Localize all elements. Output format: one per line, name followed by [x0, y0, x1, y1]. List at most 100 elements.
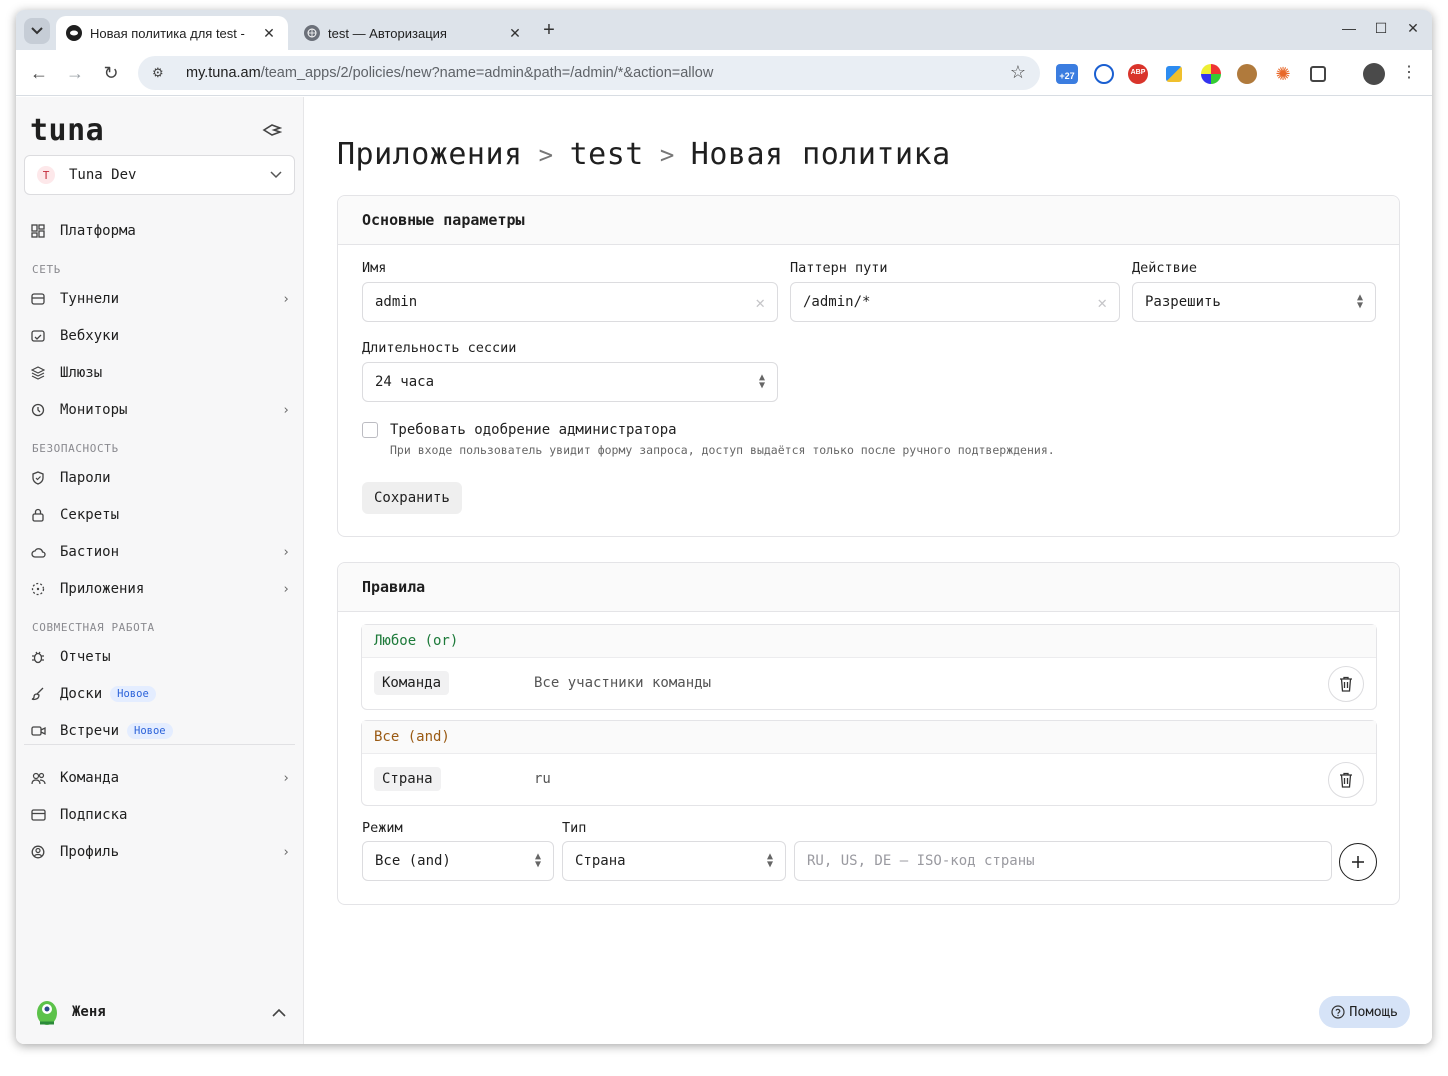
user-menu[interactable]: Женя: [34, 993, 286, 1031]
sidebar-item-gateways[interactable]: Шлюзы: [30, 358, 290, 388]
minimize-icon[interactable]: —: [1340, 20, 1358, 37]
approval-label[interactable]: Требовать одобрение администратора: [390, 422, 677, 438]
close-window-icon[interactable]: ✕: [1404, 20, 1422, 37]
card-title: Правила: [338, 563, 1399, 612]
cookie-icon[interactable]: [1237, 64, 1257, 84]
video-icon: [30, 723, 46, 739]
close-tab-icon[interactable]: ✕: [506, 25, 524, 42]
select-updown-icon: ▲ ▼: [766, 851, 773, 870]
maximize-icon[interactable]: ☐: [1372, 20, 1390, 37]
new-tab-button[interactable]: +: [536, 20, 562, 42]
new-badge: Новое: [127, 723, 173, 739]
rule-group-and: Все (and) Страна ru: [361, 720, 1377, 806]
weather-extension-icon[interactable]: +27: [1056, 64, 1078, 84]
logo[interactable]: tuna: [30, 113, 104, 148]
sidebar-item-tunnels[interactable]: Туннели ›: [30, 284, 290, 314]
user-name: Женя: [72, 1004, 106, 1020]
back-icon[interactable]: ←: [28, 62, 50, 84]
team-avatar: T: [37, 166, 55, 184]
sidebar-item-passwords[interactable]: Пароли: [30, 463, 290, 493]
help-button[interactable]: Помощь: [1319, 996, 1410, 1028]
tab-title: Новая политика для test -: [90, 25, 245, 41]
select-updown-icon: ▲ ▼: [758, 372, 765, 391]
bookmark-star-icon[interactable]: ☆: [1010, 62, 1026, 83]
sidebar-item-webhooks[interactable]: Вебхуки: [30, 321, 290, 351]
plus-icon: [1352, 856, 1364, 868]
sidebar-item-team[interactable]: Команда ›: [30, 763, 290, 793]
sidebar-item-meetings[interactable]: Встречи Новое: [30, 716, 290, 746]
sidebar-item-secrets[interactable]: Секреты: [30, 500, 290, 530]
adblock-icon[interactable]: ABP: [1128, 64, 1148, 84]
approval-checkbox[interactable]: [362, 422, 378, 438]
card-title: Основные параметры: [338, 196, 1399, 245]
tunnel-icon: [30, 291, 46, 307]
sidebar-item-apps[interactable]: Приложения ›: [30, 574, 290, 604]
tab-inactive[interactable]: test — Авторизация ✕: [294, 16, 534, 50]
save-button[interactable]: Сохранить: [362, 482, 462, 514]
sidebar-item-profile[interactable]: Профиль ›: [30, 837, 290, 867]
site-settings-icon[interactable]: ⚙: [152, 65, 170, 81]
address-bar[interactable]: ⚙ my.tuna.am/team_apps/2/policies/new?na…: [138, 56, 1040, 90]
sparkle-icon[interactable]: ✺: [1273, 64, 1293, 84]
clear-icon[interactable]: ✕: [1097, 293, 1107, 312]
history-icon: [30, 402, 46, 418]
sidebar-item-bastion[interactable]: Бастион ›: [30, 537, 290, 567]
chevron-up-icon: [272, 1008, 286, 1017]
users-icon: [30, 770, 46, 786]
forward-icon[interactable]: →: [64, 62, 86, 84]
team-selector[interactable]: T Tuna Dev: [24, 155, 295, 195]
breadcrumb-app-test[interactable]: test: [570, 137, 644, 172]
type-label: Тип: [562, 820, 587, 836]
extension-icon[interactable]: [1166, 66, 1182, 82]
credit-card-icon: [30, 807, 46, 823]
tab-active[interactable]: Новая политика для test - ✕: [56, 16, 288, 50]
path-label: Паттерн пути: [790, 260, 888, 276]
browser-toolbar: ← → ↻ ⚙ my.tuna.am/team_apps/2/policies/…: [16, 50, 1432, 96]
add-rule-button[interactable]: [1339, 843, 1377, 881]
clear-icon[interactable]: ✕: [755, 293, 765, 312]
chevron-right-icon: ›: [282, 844, 290, 860]
color-picker-icon[interactable]: [1201, 64, 1221, 84]
basic-params-card: Основные параметры Имя admin ✕ Паттерн п…: [337, 195, 1400, 537]
sidebar-item-subscription[interactable]: Подписка: [30, 800, 290, 830]
tab-title: test — Авторизация: [328, 25, 447, 41]
select-updown-icon: ▲ ▼: [1356, 292, 1363, 311]
trash-icon: [1340, 676, 1352, 692]
close-tab-icon[interactable]: ✕: [260, 25, 278, 42]
tab-search-button[interactable]: [24, 18, 50, 44]
sidebar-collapse-icon[interactable]: [262, 123, 282, 137]
country-code-input[interactable]: RU, US, DE — ISO-код страны: [794, 841, 1332, 881]
sidebar-item-monitors[interactable]: Мониторы ›: [30, 395, 290, 425]
profile-avatar-icon[interactable]: [1363, 63, 1385, 85]
sidebar-item-boards[interactable]: Доски Новое: [30, 679, 290, 709]
browser-menu-icon[interactable]: ⋮: [1398, 62, 1420, 84]
session-label: Длительность сессии: [362, 340, 517, 356]
reload-icon[interactable]: ↻: [100, 62, 122, 84]
path-pattern-input[interactable]: /admin/* ✕: [790, 282, 1120, 322]
mode-select[interactable]: Все (and) ▲ ▼: [362, 841, 554, 881]
brush-icon: [30, 686, 46, 702]
session-duration-select[interactable]: 24 часа ▲ ▼: [362, 362, 778, 402]
chevron-right-icon: >: [659, 140, 675, 169]
breadcrumb-apps[interactable]: Приложения: [337, 137, 523, 172]
layers-icon: [30, 365, 46, 381]
extension-badge: +27: [1059, 71, 1075, 81]
main-content: Приложения > test > Новая политика Основ…: [305, 97, 1432, 1044]
sidebar-item-reports[interactable]: Отчеты: [30, 642, 290, 672]
cloud-icon: [30, 544, 46, 560]
type-select[interactable]: Страна ▲ ▼: [562, 841, 786, 881]
delete-rule-button[interactable]: [1328, 762, 1364, 798]
dotted-circle-icon: [30, 581, 46, 597]
password-manager-icon[interactable]: [1094, 64, 1114, 84]
user-avatar: [37, 1001, 57, 1025]
sidebar: tuna T Tuna Dev Платформа СЕТЬ Туннели ›…: [16, 97, 304, 1044]
puzzle-extensions-icon[interactable]: [1310, 66, 1326, 82]
name-input[interactable]: admin ✕: [362, 282, 778, 322]
action-label: Действие: [1132, 260, 1198, 276]
delete-rule-button[interactable]: [1328, 666, 1364, 702]
sidebar-item-platform[interactable]: Платформа: [30, 216, 290, 246]
action-select[interactable]: Разрешить ▲ ▼: [1132, 282, 1376, 322]
url-path: /team_apps/2/policies/new?name=admin&pat…: [260, 65, 714, 81]
chevron-right-icon: ›: [282, 291, 290, 307]
chevron-right-icon: ›: [282, 770, 290, 786]
